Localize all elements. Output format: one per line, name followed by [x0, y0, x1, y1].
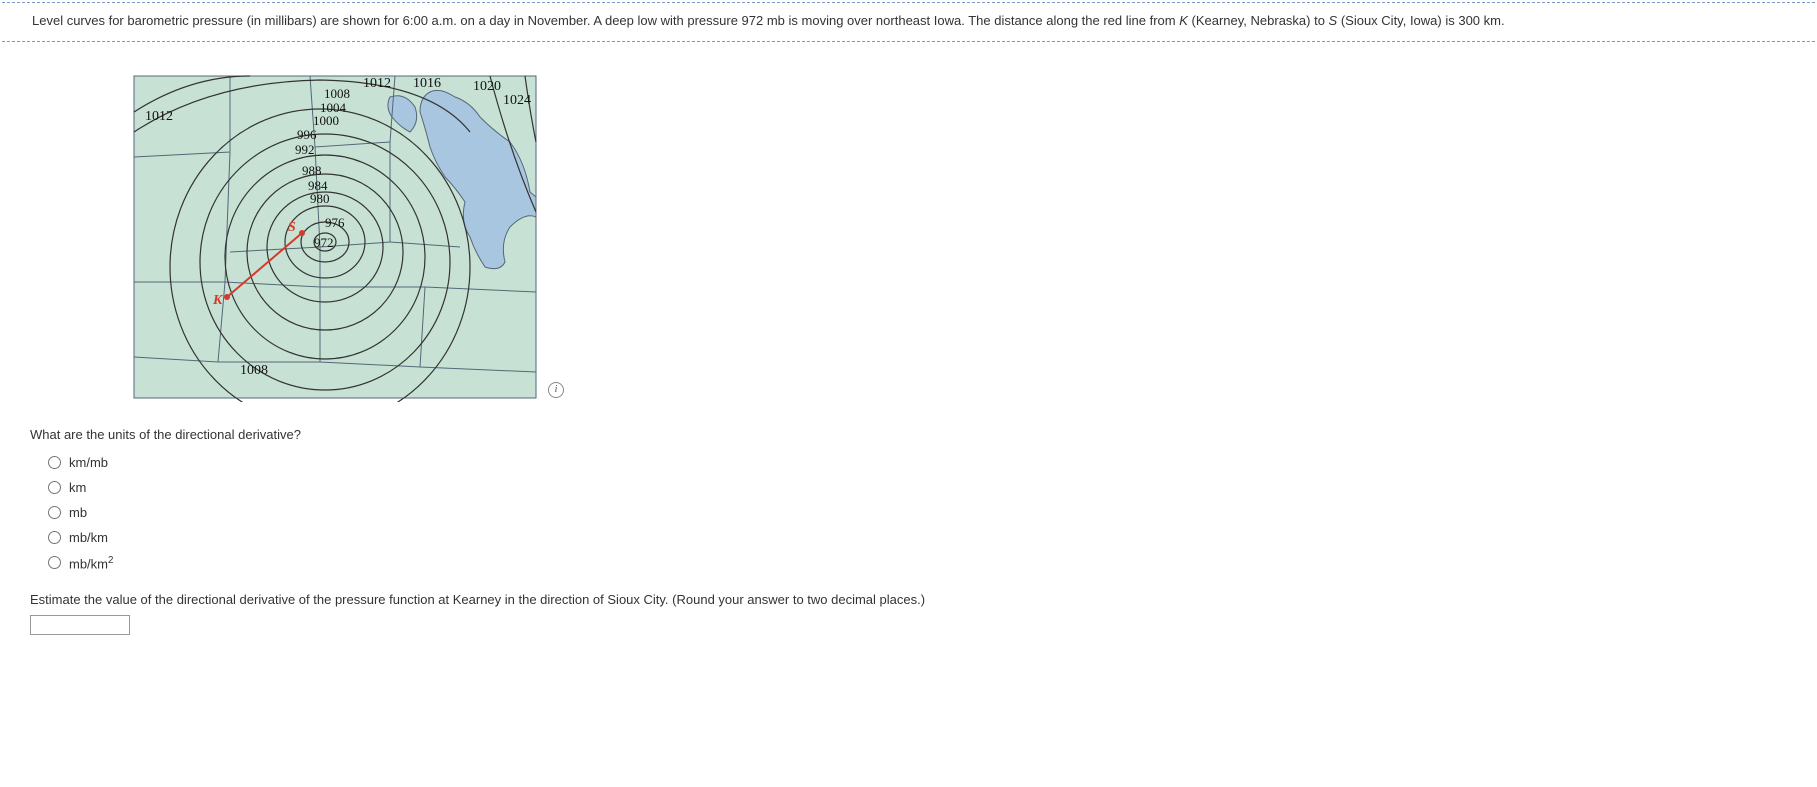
svg-text:1000: 1000: [313, 113, 339, 128]
answer-input[interactable]: [30, 615, 130, 635]
option-mb[interactable]: mb: [48, 500, 1787, 525]
svg-text:996: 996: [297, 127, 317, 142]
svg-text:1008: 1008: [324, 86, 350, 101]
svg-text:S: S: [288, 220, 296, 235]
svg-text:1012: 1012: [145, 109, 173, 124]
option-label: mb/km2: [69, 555, 113, 571]
text-segment: (Kearney, Nebraska) to: [1188, 13, 1329, 28]
content-area: 1012 1008 1012 1016 1020 1024 1008 1004 …: [0, 52, 1817, 645]
question-estimate: Estimate the value of the directional de…: [30, 592, 1787, 607]
option-km-per-mb[interactable]: km/mb: [48, 450, 1787, 475]
svg-text:988: 988: [302, 163, 322, 178]
option-label: mb/km: [69, 530, 108, 545]
radio-km[interactable]: [48, 481, 61, 494]
option-label: mb: [69, 505, 87, 520]
problem-text: Level curves for barometric pressure (in…: [32, 11, 1785, 31]
svg-text:980: 980: [310, 191, 330, 206]
options-group: km/mb km mb mb/km mb/km2: [48, 450, 1787, 576]
map-row: 1012 1008 1012 1016 1020 1024 1008 1004 …: [130, 72, 1787, 402]
radio-mb-per-km2[interactable]: [48, 556, 61, 569]
text-segment: Level curves for barometric pressure (in…: [32, 13, 1179, 28]
option-mb-per-km2[interactable]: mb/km2: [48, 550, 1787, 576]
option-km[interactable]: km: [48, 475, 1787, 500]
svg-text:1012: 1012: [363, 76, 391, 91]
option-mb-per-km[interactable]: mb/km: [48, 525, 1787, 550]
weather-map: 1012 1008 1012 1016 1020 1024 1008 1004 …: [130, 72, 540, 402]
option-label: km/mb: [69, 455, 108, 470]
variable-K: K: [1179, 13, 1188, 28]
info-icon[interactable]: i: [548, 382, 564, 398]
svg-text:1020: 1020: [473, 79, 501, 94]
svg-text:972: 972: [314, 235, 334, 250]
radio-mb-per-km[interactable]: [48, 531, 61, 544]
text-segment: (Sioux City, Iowa) is 300 km.: [1337, 13, 1504, 28]
map-svg: 1012 1008 1012 1016 1020 1024 1008 1004 …: [130, 72, 540, 402]
variable-S: S: [1329, 13, 1338, 28]
radio-km-per-mb[interactable]: [48, 456, 61, 469]
option-label: km: [69, 480, 86, 495]
svg-text:976: 976: [325, 215, 345, 230]
radio-mb[interactable]: [48, 506, 61, 519]
svg-text:1024: 1024: [503, 93, 531, 108]
problem-statement-box: Level curves for barometric pressure (in…: [2, 2, 1815, 42]
question-units: What are the units of the directional de…: [30, 427, 1787, 442]
svg-text:1016: 1016: [413, 76, 441, 91]
svg-text:992: 992: [295, 142, 315, 157]
svg-text:K: K: [212, 293, 224, 308]
svg-text:1008: 1008: [240, 363, 268, 378]
